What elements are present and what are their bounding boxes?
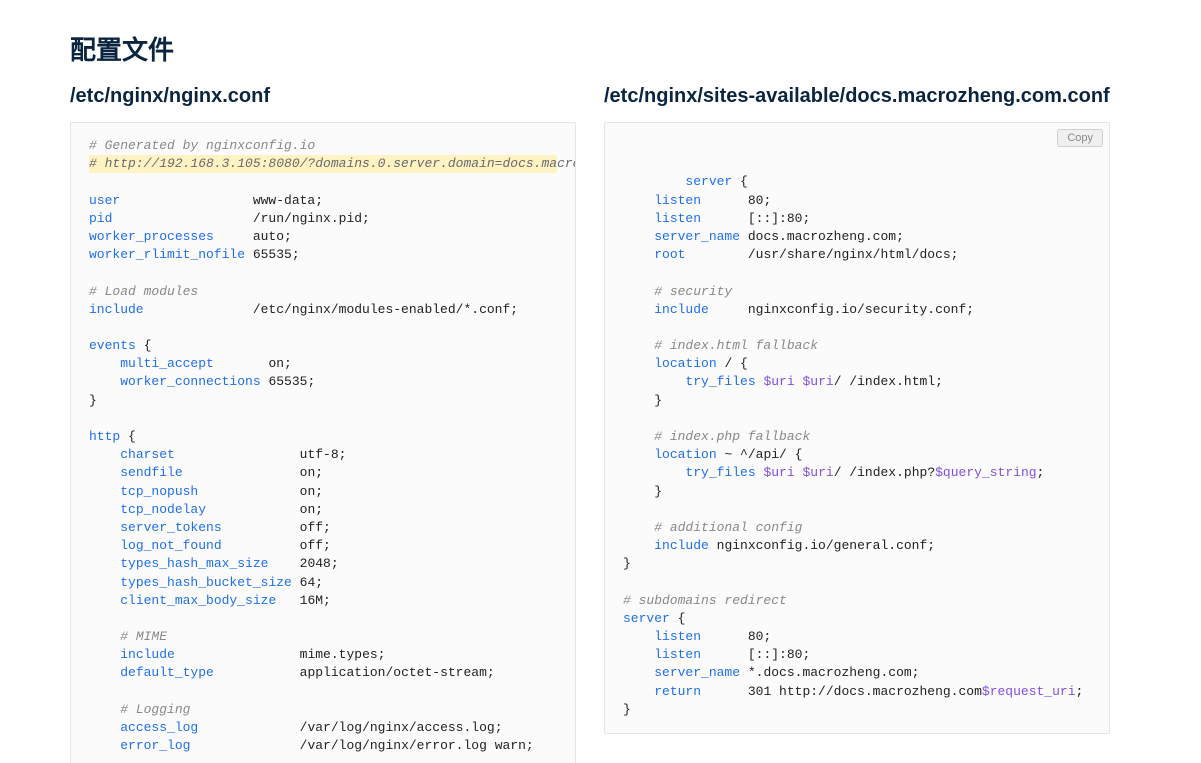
left-filename: /etc/nginx/nginx.conf [70,85,576,108]
left-column: /etc/nginx/nginx.conf # Generated by ngi… [70,85,576,763]
right-filename: /etc/nginx/sites-available/docs.macrozhe… [604,85,1110,108]
page-title: 配置文件 [70,30,1110,67]
right-column: /etc/nginx/sites-available/docs.macrozhe… [604,85,1110,763]
columns: /etc/nginx/nginx.conf # Generated by ngi… [70,85,1110,763]
right-code-block: Copy server { listen 80; listen [::]:80;… [604,122,1110,734]
left-code-block: # Generated by nginxconfig.io # http://1… [70,122,576,763]
copy-button[interactable]: Copy [1057,129,1103,147]
